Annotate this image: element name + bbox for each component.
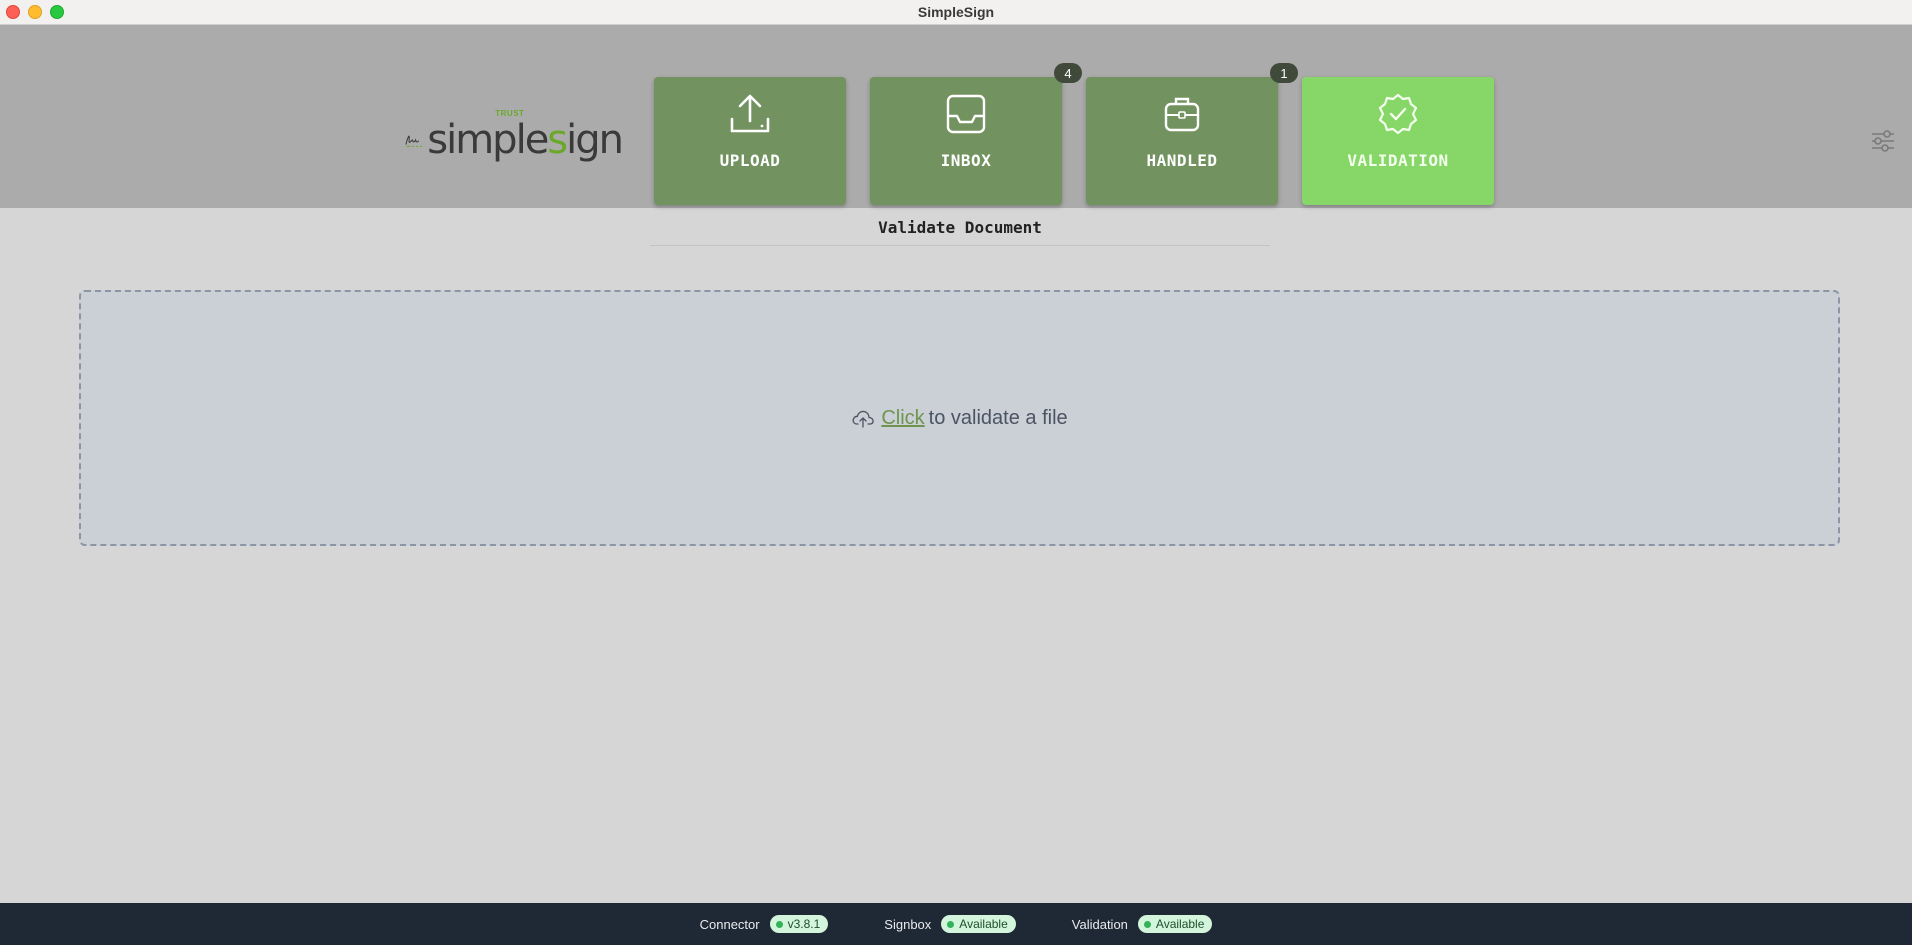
nav-validation-button[interactable]: VALIDATION [1302, 77, 1494, 205]
validation-status-badge: Available [1137, 915, 1213, 933]
logo-wordmark: TRUST simplesign [427, 110, 624, 163]
status-dot-icon [1143, 920, 1151, 928]
handled-count-badge: 1 [1270, 63, 1298, 83]
signbox-status-text: Available [959, 917, 1008, 931]
logo-word-ign: ign [566, 117, 624, 163]
status-footer: Connector v3.8.1 Signbox Available Valid… [0, 903, 1912, 945]
logo-trust-text: TRUST [495, 109, 525, 118]
status-dot-icon [947, 920, 955, 928]
cloud-upload-icon [852, 410, 875, 428]
connector-version: v3.8.1 [787, 917, 821, 931]
signbox-status: Signbox Available [884, 915, 1016, 933]
status-dot-icon [775, 920, 783, 928]
signbox-status-badge: Available [941, 915, 1016, 933]
dropzone-prompt: Click to validate a file [851, 406, 1068, 430]
nav-upload-button[interactable]: UPLOAD [654, 77, 846, 205]
nav-inbox-label: INBOX [940, 151, 992, 170]
window-title: SimpleSign [917, 4, 995, 20]
click-to-upload-link[interactable]: Click [881, 407, 924, 430]
nav-upload-label: UPLOAD [719, 151, 781, 170]
simplesign-logo: TRUST simplesign [404, 110, 624, 170]
connector-version-badge: v3.8.1 [769, 915, 829, 933]
sliders-icon[interactable] [1870, 128, 1896, 154]
nav-inbox-button[interactable]: INBOX 4 [870, 63, 1082, 205]
nav-validation-label: VALIDATION [1347, 151, 1449, 170]
validation-status: Validation Available [1072, 915, 1213, 933]
connector-label: Connector [699, 916, 760, 932]
nav-handled-button[interactable]: HANDLED 1 [1086, 63, 1298, 205]
verified-badge-icon [1378, 93, 1418, 135]
close-window-button[interactable] [6, 5, 20, 19]
inbox-icon [946, 94, 986, 134]
inbox-count-badge: 4 [1054, 63, 1082, 83]
briefcase-icon [1164, 97, 1200, 132]
validation-status-text: Available [1155, 917, 1205, 931]
maximize-window-button[interactable] [50, 5, 64, 19]
signature-icon [405, 135, 422, 147]
logo-word-s: s [547, 117, 568, 163]
window-titlebar: SimpleSign [0, 0, 1912, 25]
connector-status: Connector v3.8.1 [700, 915, 829, 933]
dropzone-text: to validate a file [928, 406, 1068, 429]
upload-icon [730, 94, 770, 133]
nav-handled-label: HANDLED [1146, 151, 1218, 170]
signbox-label: Signbox [884, 916, 932, 932]
file-dropzone[interactable]: Click to validate a file [79, 290, 1840, 546]
page-title: Validate Document [650, 218, 1270, 246]
window-controls [6, 5, 64, 19]
app-header: TRUST simplesign UPLOAD INBOX 4 HANDLED … [0, 25, 1912, 208]
validation-label: Validation [1071, 916, 1128, 932]
logo-word-simple: simple [427, 117, 549, 163]
minimize-window-button[interactable] [28, 5, 42, 19]
